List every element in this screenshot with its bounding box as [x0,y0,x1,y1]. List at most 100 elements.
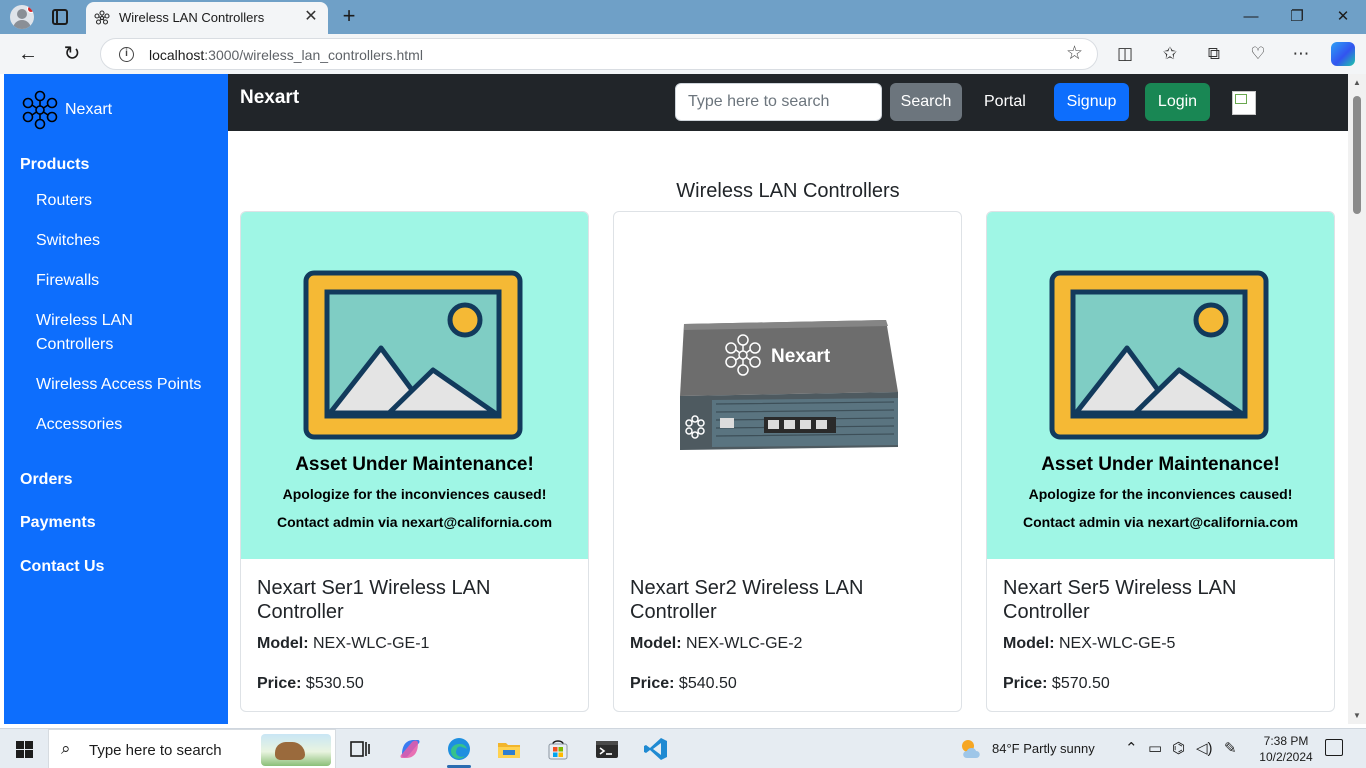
url-text[interactable]: localhost:3000/wireless_lan_controllers.… [149,47,423,63]
scroll-thumb[interactable] [1353,96,1361,214]
sidebar-item-firewalls[interactable]: Firewalls [36,269,99,293]
browser-tab[interactable]: Wireless LAN Controllers ✕ [86,2,328,34]
maintenance-subtitle: Apologize for the inconviences caused! [282,486,547,502]
navbar-brand[interactable]: Nexart [240,87,299,109]
network-icon[interactable]: ⌬ [1172,739,1185,757]
maintenance-image: Asset Under Maintenance! Apologize for t… [987,212,1334,559]
sidebar-item-wireless-lan-controllers[interactable]: Wireless LAN Controllers [36,309,166,357]
search-button[interactable]: Search [890,83,962,121]
pen-icon[interactable]: ✎ [1224,739,1237,757]
close-tab-icon[interactable]: ✕ [302,8,320,26]
weather-partly-sunny-icon[interactable] [958,736,984,762]
vscode-icon[interactable] [642,735,670,763]
battery-icon[interactable]: ▭ [1148,739,1162,757]
close-window-icon[interactable]: ✕ [1331,6,1355,28]
notifications-icon[interactable] [1325,739,1343,756]
sidebar-item-wireless-access-points[interactable]: Wireless Access Points [36,373,201,397]
windows-start-icon[interactable] [16,741,33,758]
product-name: Nexart Ser2 Wireless LAN Controller [630,577,864,623]
maintenance-contact: Contact admin via nexart@california.com [1022,514,1299,530]
controller-device-image: Nexart [680,320,898,450]
weather-text[interactable]: 84°F Partly sunny [992,741,1095,756]
more-menu-icon[interactable]: ⋯ [1289,42,1313,66]
microsoft-store-icon[interactable] [544,735,572,763]
new-tab-icon[interactable]: + [338,3,360,29]
product-model: Model: NEX-WLC-GE-1 [257,635,430,652]
volume-icon[interactable]: ◁) [1196,739,1213,757]
system-clock[interactable]: 7:38 PM 10/2/2024 [1254,733,1318,765]
search-icon: ⌕ [61,739,71,758]
product-price: Price: $540.50 [630,675,737,692]
restore-icon[interactable]: ❐ [1285,6,1309,28]
scroll-up-icon[interactable]: ▲ [1352,78,1362,87]
taskbar: ⌕ Type here to search 84°F Partly sunny … [0,728,1366,768]
split-screen-icon[interactable]: ◫ [1113,42,1137,66]
sidebar-brand-text: Nexart [65,101,113,118]
maintenance-image: Asset Under Maintenance! Apologize for t… [241,212,588,559]
maintenance-title: Asset Under Maintenance! [295,454,534,475]
signup-button[interactable]: Signup [1054,83,1129,121]
maintenance-contact: Contact admin via nexart@california.com [276,514,553,530]
site-info-icon[interactable]: i [119,47,134,62]
product-name: Nexart Ser1 Wireless LAN Controller [257,577,491,623]
clock-date: 10/2/2024 [1259,750,1313,764]
search-input[interactable] [675,83,882,121]
maintenance-subtitle: Apologize for the inconviences caused! [1028,486,1293,502]
image-placeholder-icon [303,270,523,440]
sidebar-item-routers[interactable]: Routers [36,189,92,213]
collections-icon[interactable]: ⧉ [1202,42,1226,66]
taskbar-search-text: Type here to search [89,742,222,759]
nexart-favicon-icon [94,10,110,25]
sidebar-item-payments[interactable]: Payments [20,514,96,532]
show-hidden-icons-icon[interactable]: ⌃ [1125,739,1138,757]
maintenance-title: Asset Under Maintenance! [1041,454,1280,475]
product-card[interactable]: Nexart Nexart Ser2 Wireless LAN Controll… [613,211,962,712]
sidebar-item-switches[interactable]: Switches [36,229,100,253]
login-button[interactable]: Login [1145,83,1210,121]
product-price: Price: $570.50 [1003,675,1110,692]
browser-essentials-icon[interactable]: ♡ [1246,42,1270,66]
address-bar[interactable]: i localhost:3000/wireless_lan_controller… [100,38,1098,70]
product-card[interactable]: Asset Under Maintenance! Apologize for t… [240,211,589,712]
clock-time: 7:38 PM [1263,734,1309,748]
page-viewport: Nexart Products Routers Switches Firewal… [0,74,1366,724]
page-title: Wireless LAN Controllers [676,180,900,202]
sidebar: Nexart Products Routers Switches Firewal… [4,74,228,724]
browser-tab-bar: Wireless LAN Controllers ✕ + — ❐ ✕ [0,0,1366,34]
browser-toolbar: ← ↻ i localhost:3000/wireless_lan_contro… [0,34,1366,74]
favorite-star-icon[interactable]: ☆ [1066,44,1083,64]
product-card[interactable]: Asset Under Maintenance! Apologize for t… [986,211,1335,712]
task-view-icon[interactable] [346,735,374,763]
product-model: Model: NEX-WLC-GE-2 [630,635,803,652]
page-scrollbar[interactable]: ▲ ▼ [1348,74,1366,724]
product-model: Model: NEX-WLC-GE-5 [1003,635,1176,652]
tab-actions-icon[interactable] [52,9,68,25]
sidebar-item-accessories[interactable]: Accessories [36,413,122,437]
product-image: Nexart [614,212,961,559]
refresh-icon[interactable]: ↻ [60,42,84,66]
sidebar-item-orders[interactable]: Orders [20,471,72,489]
favorites-icon[interactable]: ✩ [1158,42,1182,66]
taskbar-search[interactable]: ⌕ Type here to search [48,729,336,768]
file-explorer-icon[interactable] [495,735,523,763]
product-price: Price: $530.50 [257,675,364,692]
terminal-icon[interactable] [593,735,621,763]
copilot-icon[interactable] [1331,42,1355,66]
top-navbar: Nexart Search Portal Signup Login [228,74,1348,131]
product-name: Nexart Ser5 Wireless LAN Controller [1003,577,1237,623]
image-placeholder-icon [1049,270,1269,440]
back-icon[interactable]: ← [16,42,40,66]
tab-title: Wireless LAN Controllers [119,10,265,25]
portal-link[interactable]: Portal [984,93,1026,111]
scroll-down-icon[interactable]: ▼ [1352,711,1362,720]
profile-icon[interactable] [10,5,34,29]
copilot-taskbar-icon[interactable] [396,735,424,763]
broken-image-icon[interactable] [1232,91,1256,115]
sidebar-brand[interactable]: Nexart [19,89,112,131]
search-highlight-image [261,734,331,766]
sidebar-products-heading[interactable]: Products [20,156,89,174]
minimize-icon[interactable]: — [1239,6,1263,28]
device-brand-label: Nexart [771,346,831,367]
edge-browser-icon[interactable] [445,735,473,763]
sidebar-item-contact-us[interactable]: Contact Us [20,558,104,576]
